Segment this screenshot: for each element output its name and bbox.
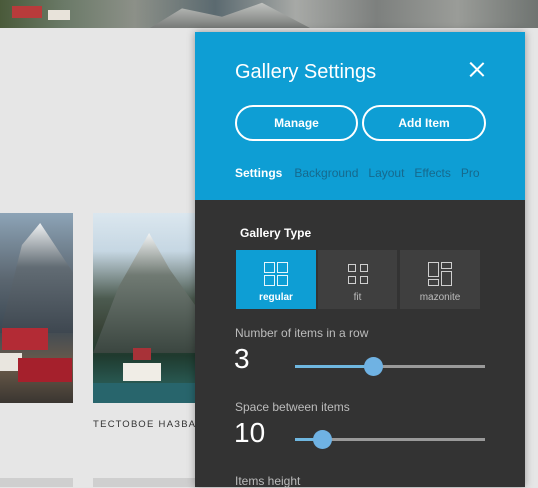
items-in-row-label: Number of items in a row [235, 326, 369, 340]
masonry-icon [428, 262, 452, 286]
gallery-settings-panel: Gallery Settings Manage Add Item Setting… [195, 32, 525, 488]
tab-pro[interactable]: Pro [461, 166, 480, 180]
gallery-item-image[interactable] [0, 213, 73, 403]
panel-title: Gallery Settings [235, 61, 377, 83]
close-icon[interactable] [468, 61, 486, 79]
settings-tabs: Settings Background Layout Effects Pro [235, 166, 490, 180]
gallery-item-image[interactable] [93, 213, 195, 403]
gallery-type-mazonite[interactable]: mazonite [400, 250, 480, 309]
gallery-item-image[interactable] [0, 478, 73, 487]
add-item-button[interactable]: Add Item [362, 105, 486, 141]
tab-layout[interactable]: Layout [368, 166, 404, 180]
grid-2x2-icon [264, 262, 288, 286]
items-in-row-value: 3 [234, 343, 250, 374]
panel-header: Gallery Settings Manage Add Item Setting… [195, 32, 525, 200]
grid-fit-icon [346, 262, 370, 286]
gallery-type-regular[interactable]: regular [236, 250, 316, 309]
gallery-type-label: Gallery Type [240, 226, 312, 240]
manage-button[interactable]: Manage [235, 105, 358, 141]
gallery-type-label-regular: regular [259, 292, 293, 303]
tab-settings[interactable]: Settings [235, 166, 282, 180]
items-in-row-slider[interactable] [295, 357, 485, 376]
space-between-label: Space between items [235, 400, 350, 414]
space-between-value: 10 [234, 417, 266, 448]
gallery-type-fit[interactable]: fit [318, 250, 397, 309]
tab-effects[interactable]: Effects [414, 166, 450, 180]
gallery-type-label-mazonite: mazonite [419, 292, 461, 303]
tab-background[interactable]: Background [294, 166, 358, 180]
space-between-slider[interactable] [295, 430, 485, 449]
gallery-type-label-fit: fit [353, 292, 362, 303]
items-height-label: Items height [235, 474, 301, 488]
slider-knob[interactable] [312, 430, 332, 449]
top-photo [0, 0, 538, 28]
slider-knob[interactable] [363, 357, 383, 376]
slider-fill [295, 365, 373, 368]
gallery-item-image[interactable] [93, 478, 195, 487]
panel-body: Gallery Type regular fit mazonite Number… [195, 200, 525, 488]
gallery-item-caption: ТЕСТОВОЕ НАЗВАНИЕ [93, 419, 195, 430]
